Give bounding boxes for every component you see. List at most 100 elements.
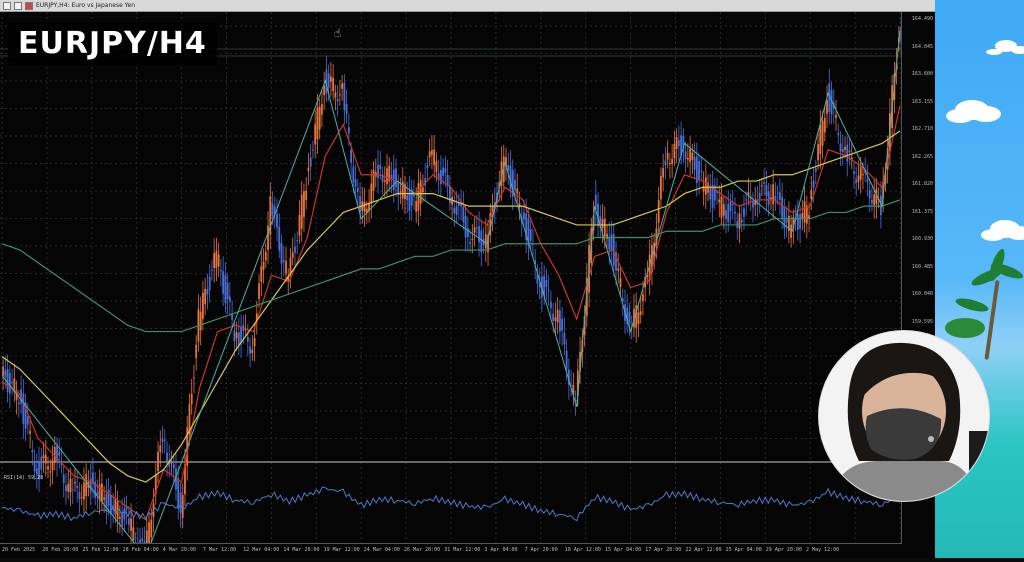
candle-body bbox=[206, 288, 209, 295]
candle-body bbox=[159, 445, 162, 453]
candle-body bbox=[228, 296, 231, 302]
date-tick-label: 7 Apr 20:00 bbox=[524, 547, 558, 553]
candle-body bbox=[718, 199, 721, 203]
candle-body bbox=[399, 191, 402, 193]
candle-body bbox=[262, 261, 265, 270]
candle-body bbox=[803, 201, 806, 223]
candle-body bbox=[727, 204, 730, 223]
candle-body bbox=[469, 242, 471, 245]
candle-body bbox=[258, 283, 260, 300]
candle-body bbox=[666, 152, 669, 160]
minimize-icon[interactable] bbox=[3, 1, 11, 10]
candle-body bbox=[844, 146, 846, 151]
candle-body bbox=[334, 92, 337, 98]
candle-body bbox=[464, 215, 467, 238]
candle-body bbox=[657, 200, 660, 223]
candle-body bbox=[321, 104, 323, 115]
candle-body bbox=[44, 454, 47, 464]
date-tick-label: 3 Apr 04:00 bbox=[484, 547, 518, 553]
candle-body bbox=[379, 164, 382, 170]
candle-body bbox=[837, 132, 840, 135]
candle-body bbox=[170, 462, 173, 464]
candle-body bbox=[781, 197, 784, 219]
candle-body bbox=[78, 491, 81, 500]
candle-body bbox=[814, 168, 817, 172]
candle-body bbox=[740, 219, 743, 223]
candle-body bbox=[264, 251, 267, 261]
candle-body bbox=[415, 201, 418, 213]
candle-body bbox=[327, 73, 330, 88]
palm-leaf bbox=[954, 295, 990, 315]
date-tick-label: 24 Mar 04:00 bbox=[363, 547, 400, 553]
chart-tab-label[interactable]: EURJPY,H4: Euro vs Japanese Yen bbox=[36, 2, 135, 9]
candle-body bbox=[195, 344, 198, 359]
candle-body bbox=[235, 332, 238, 339]
candle-body bbox=[101, 483, 103, 503]
date-tick-label: 20 Feb 2025 bbox=[2, 547, 36, 553]
candle-body bbox=[253, 338, 256, 347]
date-tick-label: 7 Mar 12:00 bbox=[203, 547, 237, 553]
candle-body bbox=[642, 294, 644, 302]
candle-body bbox=[341, 83, 344, 89]
candle-body bbox=[767, 191, 770, 205]
date-tick-label: 4 Mar 20:00 bbox=[162, 547, 196, 553]
candle-body bbox=[249, 346, 251, 354]
candle-body bbox=[356, 187, 359, 193]
price-tick-label: 164.045 bbox=[911, 43, 933, 50]
candle-body bbox=[628, 311, 631, 323]
candle-body bbox=[123, 508, 126, 520]
candle-body bbox=[40, 456, 43, 470]
candle-body bbox=[662, 168, 665, 178]
price-tick-label: 160.040 bbox=[911, 291, 933, 297]
candle-body bbox=[305, 190, 308, 201]
candle-body bbox=[51, 460, 54, 471]
candle-body bbox=[83, 482, 85, 500]
candle-body bbox=[734, 211, 736, 214]
candle-body bbox=[785, 219, 788, 223]
candle-body bbox=[58, 451, 61, 456]
candle-body bbox=[347, 127, 350, 134]
candle-body bbox=[668, 162, 671, 165]
candle-body bbox=[260, 266, 263, 282]
candle-body bbox=[17, 402, 20, 405]
candle-body bbox=[770, 197, 772, 200]
candle-body bbox=[338, 94, 341, 96]
candle-body bbox=[76, 485, 79, 489]
candle-body bbox=[738, 213, 741, 229]
candle-body bbox=[276, 213, 278, 228]
candle-body bbox=[224, 274, 227, 303]
candle-body bbox=[871, 199, 873, 204]
candle-body bbox=[729, 201, 732, 212]
candle-body bbox=[846, 144, 849, 162]
candle-body bbox=[278, 226, 281, 251]
candle-body bbox=[821, 120, 824, 146]
candle-body bbox=[558, 310, 561, 332]
candle-body bbox=[31, 449, 34, 453]
candle-body bbox=[433, 149, 436, 166]
candle-body bbox=[660, 176, 662, 200]
candle-body bbox=[801, 213, 804, 219]
close-icon[interactable] bbox=[25, 1, 33, 10]
candle-body bbox=[157, 452, 159, 472]
date-tick-label: 20 Feb 20:00 bbox=[42, 547, 79, 553]
chart-window-titlebar: EURJPY,H4: Euro vs Japanese Yen bbox=[0, 0, 935, 12]
candle-body bbox=[507, 165, 510, 171]
candle-body bbox=[868, 190, 871, 199]
candle-body bbox=[778, 192, 781, 200]
chart-canvas[interactable] bbox=[0, 7, 935, 562]
candle-body bbox=[406, 195, 409, 201]
candle-body bbox=[563, 332, 566, 345]
candle-body bbox=[300, 194, 303, 229]
candle-body bbox=[810, 189, 813, 200]
candle-body bbox=[455, 206, 458, 215]
date-axis[interactable]: 20 Feb 2025 20 Feb 20:00 25 Feb 12:00 28 Fe… bbox=[0, 543, 902, 558]
candle-body bbox=[698, 161, 700, 180]
price-chart[interactable]: 164.490 164.045 163.600 163.155 162.710 162.2… bbox=[0, 7, 935, 562]
candle-body bbox=[639, 311, 642, 315]
price-tick-label: 162.710 bbox=[911, 126, 933, 132]
candle-body bbox=[246, 337, 249, 342]
candle-body bbox=[422, 187, 424, 193]
candle-body bbox=[291, 252, 294, 258]
price-tick-label: 159.595 bbox=[911, 318, 933, 325]
restore-icon[interactable] bbox=[14, 1, 22, 10]
